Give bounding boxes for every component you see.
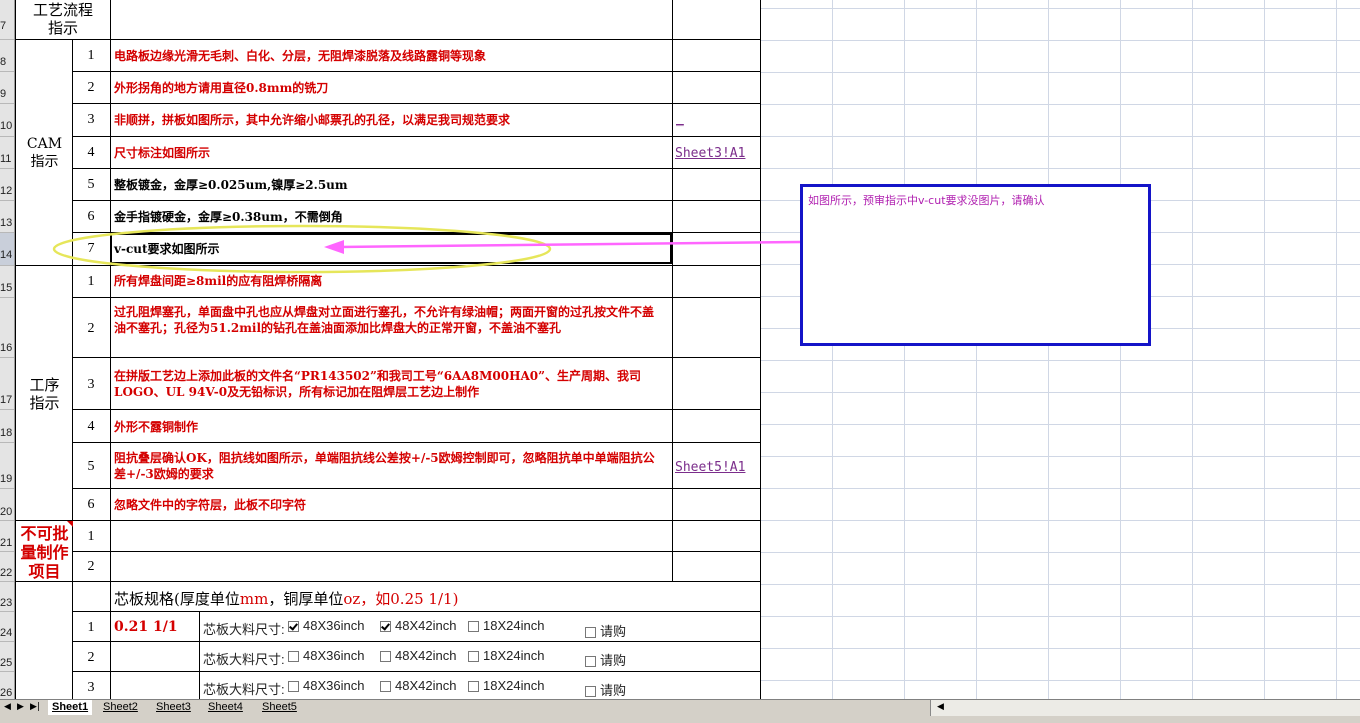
- tab-sheet5[interactable]: Sheet5: [262, 700, 297, 715]
- comment-text[interactable]: 如图所示，预审指示中v-cut要求没图片，请确认: [808, 192, 1045, 208]
- annotation-overlay: [52, 224, 801, 274]
- highlight-ellipse: [52, 224, 552, 274]
- scroll-left-icon[interactable]: ◀: [937, 702, 944, 712]
- first-sheet-icon[interactable]: ◀: [4, 702, 11, 712]
- tab-sheet1[interactable]: Sheet1: [48, 700, 93, 715]
- sheet-tab-bar: ◀ ▶ ▶| Sheet1 Sheet2 Sheet3 Sheet4 Sheet…: [0, 699, 1360, 716]
- arrow-head-icon: [324, 240, 344, 254]
- tab-sheet3[interactable]: Sheet3: [156, 700, 191, 715]
- status-bar: [0, 716, 1360, 723]
- tab-sheet4[interactable]: Sheet4: [208, 700, 243, 715]
- annotation-arrow-line: [339, 240, 801, 249]
- comment-box[interactable]: 如图所示，预审指示中v-cut要求没图片，请确认: [800, 184, 1151, 346]
- horizontal-scrollbar[interactable]: ◀: [930, 700, 1360, 716]
- spreadsheet-grid[interactable]: 7 8 9 10 11 12 13 14 15 16 17 18 19 20 2…: [0, 0, 1360, 699]
- tab-sheet2[interactable]: Sheet2: [103, 700, 138, 715]
- prev-sheet-icon[interactable]: ▶: [17, 702, 24, 712]
- next-sheet-icon[interactable]: ▶|: [30, 702, 40, 712]
